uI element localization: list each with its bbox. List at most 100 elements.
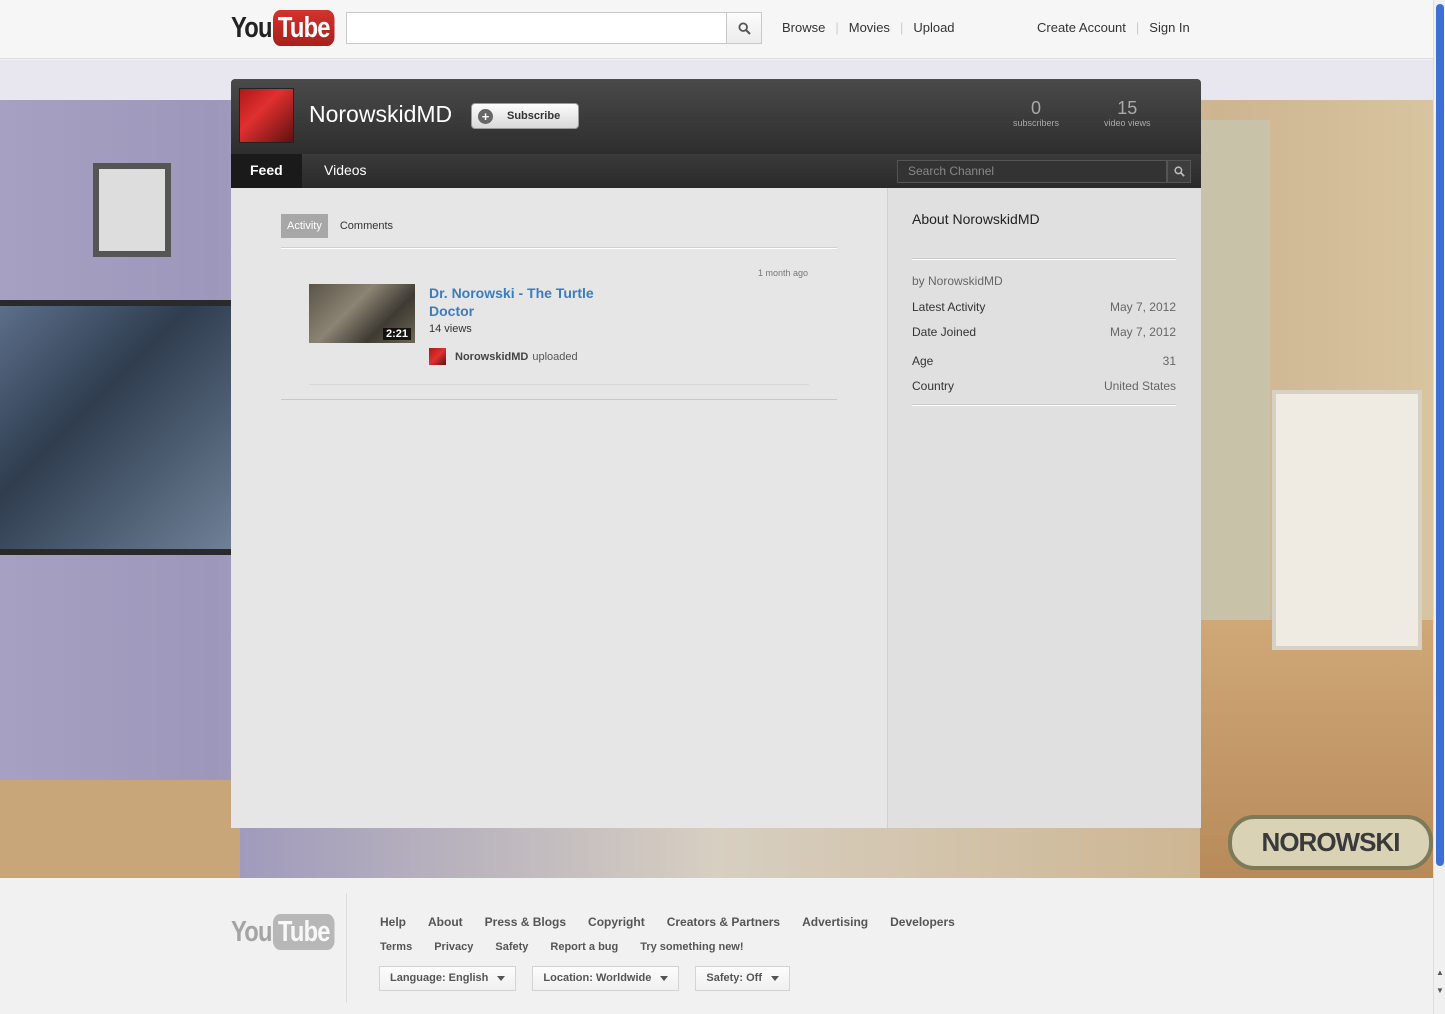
location-picker-label: Location: Worldwide — [543, 972, 652, 984]
tab-activity[interactable]: Activity — [281, 214, 328, 238]
logo-tube-text: Tube — [272, 914, 335, 950]
about-row-value: United States — [1103, 379, 1176, 393]
view-number: 15 — [1117, 98, 1138, 118]
divider — [281, 248, 837, 249]
channel-search-input[interactable]: Search Channel — [897, 160, 1167, 183]
divider — [309, 384, 809, 385]
background-hall-wall — [1200, 120, 1270, 620]
divider — [912, 259, 1176, 260]
about-row-label: Country — [912, 379, 955, 393]
sign-in-link[interactable]: Sign In — [1149, 20, 1189, 35]
chevron-down-icon — [660, 976, 669, 981]
subscribe-label: Subscribe — [507, 110, 561, 122]
video-title-link[interactable]: Dr. Norowski - The Turtle Doctor — [429, 284, 619, 320]
footer-secondary-links: Terms Privacy Safety Report a bug Try so… — [380, 941, 744, 953]
nav-movies-link[interactable]: Movies — [849, 20, 890, 35]
tab-feed[interactable]: Feed — [231, 154, 302, 188]
about-row-country: Country United States — [912, 379, 1176, 393]
logo-you-text: You — [231, 915, 273, 948]
scroll-down-arrow-icon[interactable]: ▼ — [1436, 986, 1444, 995]
footer-primary-links: Help About Press & Blogs Copyright Creat… — [380, 915, 955, 929]
divider — [281, 399, 837, 400]
search-icon — [1173, 166, 1185, 177]
video-views: 14 views — [429, 323, 472, 335]
about-row-value: May 7, 2012 — [1109, 300, 1176, 314]
page-scrollbar[interactable]: ▲ ▼ — [1433, 0, 1445, 1014]
youtube-logo[interactable]: You Tube — [231, 10, 348, 46]
feed-filter-tabs: Activity Comments — [281, 214, 399, 238]
footer-youtube-logo[interactable]: You Tube — [231, 914, 348, 950]
footer-link-developers[interactable]: Developers — [890, 915, 955, 929]
background-window — [0, 300, 232, 555]
about-row-latest-activity: Latest Activity May 7, 2012 — [912, 300, 1176, 314]
search-button[interactable] — [726, 12, 762, 44]
channel-name: NorowskidMD — [309, 101, 453, 127]
chevron-down-icon — [771, 976, 779, 981]
language-picker-label: Language: English — [390, 972, 489, 984]
scroll-up-arrow-icon[interactable]: ▲ — [1436, 968, 1444, 977]
footer-link-about[interactable]: About — [428, 915, 463, 929]
safety-picker[interactable]: Safety: Off — [695, 966, 790, 991]
footer-link-help[interactable]: Help — [380, 915, 406, 929]
main-nav: Browse | Movies | Upload — [782, 20, 955, 35]
scrollbar-thumb[interactable] — [1436, 4, 1444, 866]
footer-link-copyright[interactable]: Copyright — [588, 915, 645, 929]
plus-icon: + — [478, 108, 493, 124]
about-row-label: Age — [912, 354, 934, 368]
nav-browse-link[interactable]: Browse — [782, 20, 825, 35]
about-row-label: Latest Activity — [912, 300, 986, 314]
about-title: About NorowskidMD — [912, 211, 1040, 227]
footer-link-advertising[interactable]: Advertising — [802, 915, 868, 929]
tab-videos[interactable]: Videos — [305, 154, 386, 188]
footer-link-terms[interactable]: Terms — [380, 941, 412, 953]
footer: You Tube Help About Press & Blogs Copyri… — [0, 878, 1433, 1014]
view-label: video views — [1104, 118, 1151, 128]
uploader-line: NorowskidMD uploaded — [429, 348, 578, 365]
nav-upload-link[interactable]: Upload — [913, 20, 954, 35]
safety-picker-label: Safety: Off — [706, 972, 762, 984]
logo-you-text: You — [231, 11, 273, 44]
nav-separator: | — [1135, 20, 1140, 35]
video-thumbnail[interactable]: 2:21 — [309, 284, 415, 343]
subscriber-count: 0 subscribers — [1013, 98, 1059, 128]
footer-link-safety[interactable]: Safety — [495, 941, 528, 953]
language-picker[interactable]: Language: English — [379, 966, 517, 991]
uploader-avatar[interactable] — [429, 348, 446, 365]
subscriber-number: 0 — [1031, 98, 1042, 118]
about-by: by NorowskidMD — [912, 274, 1003, 288]
about-row-label: Date Joined — [912, 325, 977, 339]
nav-separator: | — [899, 20, 904, 35]
chevron-down-icon — [497, 976, 506, 981]
uploader-action: uploaded — [532, 350, 578, 363]
footer-link-report-bug[interactable]: Report a bug — [550, 941, 618, 953]
tab-comments[interactable]: Comments — [334, 214, 399, 238]
channel-avatar[interactable] — [239, 88, 294, 143]
create-account-link[interactable]: Create Account — [1037, 20, 1126, 35]
search-input[interactable] — [346, 12, 727, 44]
nav-separator: | — [835, 20, 839, 35]
subscribe-button[interactable]: + Subscribe — [471, 103, 579, 129]
footer-divider — [346, 893, 347, 1003]
footer-pickers: Language: English Location: Worldwide Sa… — [379, 966, 790, 991]
video-duration: 2:21 — [382, 328, 411, 340]
masthead: You Tube Browse | Movies | Upload Create… — [0, 0, 1433, 59]
channel-search-button[interactable] — [1167, 160, 1191, 183]
footer-link-try-new[interactable]: Try something new! — [640, 941, 743, 953]
uploader-name-link[interactable]: NorowskidMD — [455, 351, 528, 363]
location-picker[interactable]: Location: Worldwide — [532, 966, 680, 991]
footer-link-privacy[interactable]: Privacy — [434, 941, 473, 953]
background-floor — [0, 780, 240, 878]
feed-panel: Activity Comments 1 month ago 2:21 Dr. N… — [231, 188, 887, 828]
footer-link-press[interactable]: Press & Blogs — [485, 915, 566, 929]
subscriber-label: subscribers — [1013, 118, 1060, 128]
about-panel: About NorowskidMD by NorowskidMD Latest … — [887, 188, 1201, 828]
footer-link-creators[interactable]: Creators & Partners — [667, 915, 780, 929]
divider — [912, 405, 1176, 406]
about-row-date-joined: Date Joined May 7, 2012 — [912, 325, 1176, 339]
view-count: 15 video views — [1104, 98, 1151, 128]
background-door — [1272, 390, 1422, 650]
search-icon — [737, 21, 751, 35]
account-nav: Create Account | Sign In — [1037, 20, 1190, 35]
channel-header: NorowskidMD + Subscribe 0 subscribers 15… — [231, 79, 1201, 154]
about-row-value: May 7, 2012 — [1109, 325, 1176, 339]
